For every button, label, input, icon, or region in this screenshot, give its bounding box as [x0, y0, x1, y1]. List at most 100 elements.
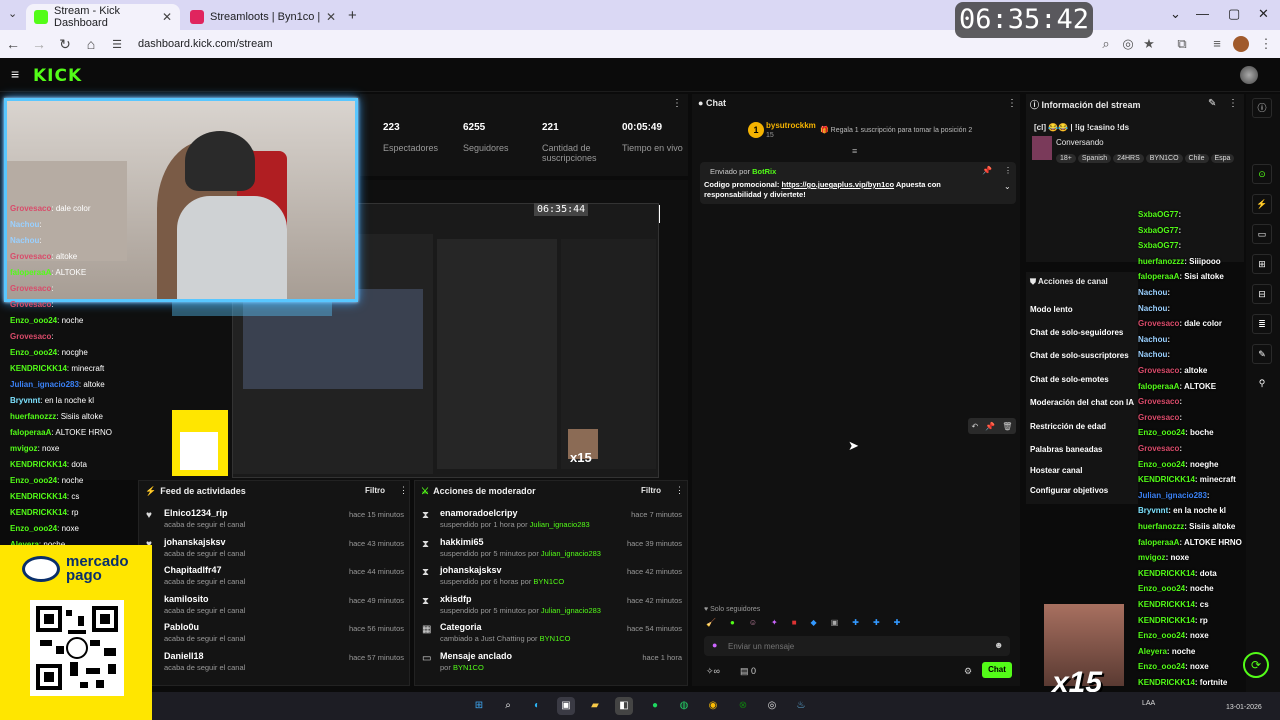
delete-icon[interactable]: 🗑 — [1002, 422, 1012, 431]
activity-item[interactable]: ♥Pablo0uacaba de seguir el canalhace 56 … — [146, 620, 408, 648]
channel-action-item[interactable]: Hostear canal — [1030, 466, 1082, 475]
chat-message[interactable]: faloperaaA: ALTOKE — [10, 268, 86, 277]
chat-menu-icon[interactable]: ⋮ — [1007, 98, 1017, 109]
chat-message[interactable]: KENDRICKK14: rp — [10, 508, 78, 517]
chat-message[interactable]: KENDRICKK14: cs — [10, 492, 79, 501]
mod-action-target[interactable]: Categoria — [440, 622, 482, 632]
kick-logo[interactable]: KICK — [33, 66, 82, 86]
activity-item[interactable]: ♥Daniell18acaba de seguir el canalhace 5… — [146, 649, 408, 677]
chat-username[interactable]: Julian_ignacio283 — [10, 380, 79, 389]
chat-username[interactable]: Enzo_ooo24 — [10, 316, 57, 325]
rail-share-icon[interactable]: ⚲ — [1252, 374, 1272, 394]
activity-filter-button[interactable]: Filtro — [365, 486, 385, 495]
mod-filter-button[interactable]: Filtro — [641, 486, 661, 495]
profile-avatar[interactable] — [1233, 36, 1249, 52]
site-info-icon[interactable]: ☰ — [104, 38, 130, 51]
reply-icon[interactable]: ↶ — [972, 422, 979, 431]
channel-action-item[interactable]: Configurar objetivos — [1030, 486, 1108, 495]
chat-message[interactable]: Enzo_ooo24: noxe — [10, 524, 79, 533]
chat-message[interactable]: mvigoz: noxe — [10, 444, 59, 453]
bookmark-star-icon[interactable]: ★ — [1141, 36, 1157, 52]
chevron-down-icon[interactable]: ⌄ — [1170, 6, 1181, 22]
app-icon[interactable]: ◧ — [615, 697, 633, 715]
emote-icon[interactable]: 🧹 — [706, 618, 716, 632]
chat-username[interactable]: Grovesaco — [10, 204, 51, 213]
mod-action-by[interactable]: Julian_ignacio283 — [541, 606, 601, 615]
chat-username[interactable]: Bryvnnt — [10, 396, 40, 405]
rail-tools-icon[interactable]: ✎ — [1252, 344, 1272, 364]
zoom-icon[interactable]: ⌕ — [1098, 36, 1114, 52]
user-avatar[interactable] — [1240, 66, 1258, 84]
activity-user[interactable]: Daniell18 — [164, 651, 204, 661]
chat-settings-icon[interactable]: ⚙ — [964, 666, 972, 677]
chat-username[interactable]: Enzo_ooo24 — [10, 476, 57, 485]
chat-message[interactable]: Grovesaco: — [10, 284, 54, 293]
mod-action-item[interactable]: ▭ Mensaje anclado por BYN1CO hace 1 hora — [422, 649, 686, 677]
emote-icon[interactable]: ☺ — [749, 618, 757, 632]
channel-action-item[interactable]: Moderación del chat con IA — [1030, 398, 1134, 407]
mod-action-by[interactable]: Julian_ignacio283 — [541, 549, 601, 558]
minimize-icon[interactable]: — — [1196, 6, 1209, 21]
tab-streamloots[interactable]: Streamloots | Byn1co | Apóyame ✕ — [182, 4, 344, 30]
hamburger-menu-icon[interactable]: ≡ — [11, 66, 19, 82]
channel-action-item[interactable]: Chat de solo-emotes — [1030, 375, 1109, 384]
chat-message[interactable]: Nachou: — [10, 236, 42, 245]
channel-action-item[interactable]: Restricción de edad — [1030, 422, 1106, 431]
chat-username[interactable]: KENDRICKK14 — [10, 508, 67, 517]
gift-leader-name[interactable]: bysutrockkm — [766, 121, 816, 130]
emote-icon[interactable]: ✚ — [894, 618, 901, 632]
activity-item[interactable]: ♥Chapitadlfr47acaba de seguir el canalha… — [146, 563, 408, 591]
chat-message[interactable]: KENDRICKK14: minecraft — [10, 364, 104, 373]
chat-username[interactable]: Enzo_ooo24 — [10, 524, 57, 533]
mod-action-by[interactable]: BYN1CO — [533, 577, 564, 586]
forward-icon[interactable]: → — [26, 36, 52, 52]
new-tab-icon[interactable]: + — [348, 7, 357, 24]
activity-item[interactable]: ♥ johanskajsksv acaba de seguir el canal ha… — [146, 535, 408, 563]
chat-message[interactable]: Nachou: — [10, 220, 42, 229]
windows-start-icon[interactable]: ⊞ — [470, 697, 488, 715]
mod-action-item[interactable]: ⧗ hakkimi65 suspendido por 5 minutos por J… — [422, 535, 686, 563]
tab-kick-dashboard[interactable]: Stream - Kick Dashboard ✕ — [26, 4, 180, 30]
taskbar-date[interactable]: 13-01-2026 — [1226, 704, 1262, 711]
chat-username[interactable]: Grovesaco — [10, 284, 51, 293]
chat-username[interactable]: Enzo_ooo24 — [10, 348, 57, 357]
chat-message[interactable]: Enzo_ooo24: noche — [10, 316, 83, 325]
emote-icon[interactable]: ▣ — [831, 618, 839, 632]
channel-action-item[interactable]: Chat de solo-suscriptores — [1030, 351, 1129, 360]
emote-icon[interactable]: ● — [730, 618, 735, 632]
rail-focus-icon[interactable]: ⊙ — [1252, 164, 1272, 184]
chat-message[interactable]: Grovesaco: altoke — [10, 252, 77, 261]
pinned-expand-icon[interactable]: ⌄ — [1004, 182, 1011, 191]
mod-action-item[interactable]: ⧗ xkisdfp suspendido por 5 minutos por Jul… — [422, 592, 686, 620]
activity-user[interactable]: Chapitadlfr47 — [164, 565, 222, 575]
emote-icon[interactable]: ✦ — [771, 618, 778, 632]
emoji-icon[interactable]: ☻ — [994, 640, 1003, 650]
channel-action-item[interactable]: Modo lento — [1030, 305, 1073, 314]
xbox-icon[interactable]: ⊗ — [734, 697, 752, 715]
steam-icon[interactable]: ♨ — [792, 697, 810, 715]
rail-page-icon[interactable]: ▭ — [1252, 224, 1272, 244]
home-icon[interactable]: ⌂ — [78, 36, 104, 52]
chrome-icon[interactable]: ◉ — [704, 697, 722, 715]
chat-username[interactable]: Nachou — [10, 236, 39, 245]
mod-action-by[interactable]: BYN1CO — [540, 634, 571, 643]
mod-action-target[interactable]: Mensaje anclado — [440, 651, 512, 661]
mod-action-by[interactable]: Julian_ignacio283 — [530, 520, 590, 529]
chat-username[interactable]: faloperaaA — [10, 268, 51, 277]
chat-username[interactable]: Grovesaco — [10, 300, 51, 309]
chat-message[interactable]: Enzo_ooo24: nocghe — [10, 348, 88, 357]
reload-icon[interactable]: ↻ — [52, 36, 78, 53]
chat-message[interactable]: Julian_ignacio283: altoke — [10, 380, 105, 389]
activity-user[interactable]: Elnico1234_rip — [164, 508, 228, 518]
eye-off-icon[interactable]: ◎ — [1120, 36, 1136, 52]
search-icon[interactable]: ⌕ — [499, 697, 517, 715]
chat-username[interactable]: Grovesaco — [10, 332, 51, 341]
pin-icon[interactable]: 📌 — [982, 166, 992, 175]
chat-message[interactable]: Bryvnnt: en la noche kl — [10, 396, 94, 405]
rail-split-icon[interactable]: ⊟ — [1252, 284, 1272, 304]
chat-username[interactable]: faloperaaA — [10, 428, 51, 437]
activity-user[interactable]: kamilosito — [164, 594, 209, 604]
rail-info-icon[interactable]: ⓘ — [1252, 98, 1272, 118]
info-menu-icon[interactable]: ⋮ — [1228, 98, 1238, 109]
activity-user[interactable]: johanskajsksv — [164, 537, 226, 547]
